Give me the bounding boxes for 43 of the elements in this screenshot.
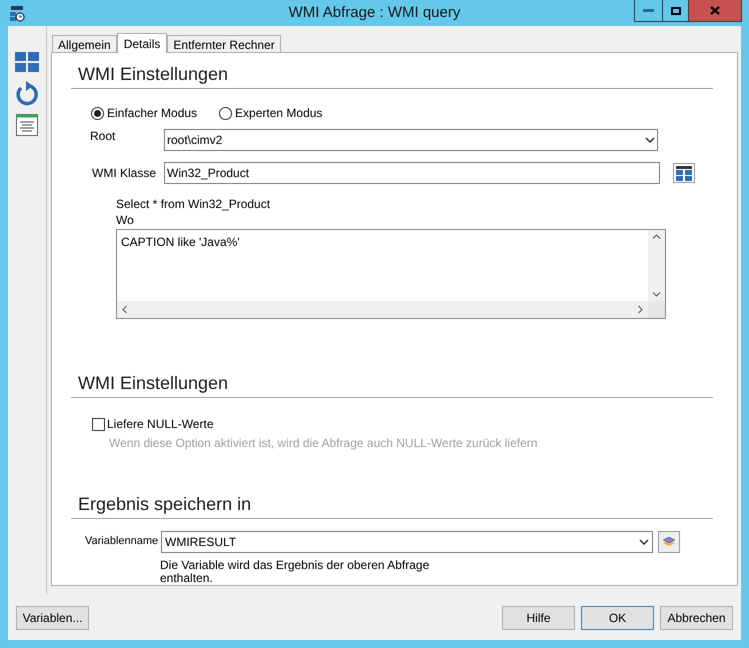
section-heading: Ergebnis speichern in — [78, 493, 252, 515]
where-label: Wo — [116, 212, 134, 228]
horizontal-scrollbar[interactable] — [117, 301, 648, 318]
app-icon — [10, 4, 26, 22]
class-field[interactable]: Win32_Product — [164, 162, 660, 184]
tab[interactable]: Details — [116, 33, 168, 53]
close-icon — [710, 6, 720, 15]
hint-text: enthalten. — [160, 572, 213, 585]
tab[interactable]: Allgemein — [52, 35, 117, 52]
query-text: Select * from Win32_Product — [116, 196, 270, 212]
chevron-down-icon — [645, 137, 655, 143]
grid-icon[interactable] — [673, 163, 695, 183]
dialog-button[interactable]: OK — [581, 606, 654, 630]
section-heading: WMI Einstellungen — [78, 372, 230, 394]
radio-option[interactable]: Einfacher Modus — [91, 104, 198, 122]
hint-text: Wenn diese Option aktiviert ist, wird die Abfrage auch NULL-Werte zurück liefern — [109, 435, 538, 452]
window-title: WMI Abfrage : WMI query — [288, 2, 462, 23]
variable-picker-button[interactable] — [658, 530, 680, 552]
scrollbar-corner — [648, 301, 665, 318]
chevron-right-icon — [638, 305, 643, 314]
chevron-up-icon — [652, 234, 661, 239]
hint-text: Die Variable wird das Ergebnis der oberen Abfrage — [160, 559, 430, 572]
field-label: Root — [90, 128, 116, 145]
maximize-icon — [670, 6, 680, 14]
list-icon[interactable] — [16, 114, 38, 136]
section-heading: WMI Einstellungen — [78, 63, 230, 85]
root-dropdown[interactable]: root\cimv2 — [164, 129, 658, 151]
close-button[interactable] — [689, 0, 741, 21]
dialog-button[interactable]: Abbrechen — [660, 606, 733, 630]
field-label: Variablenname — [85, 534, 160, 550]
minimize-icon — [643, 9, 654, 12]
chevron-down-icon — [639, 538, 649, 544]
null-checkbox-row[interactable]: Liefere NULL-Werte — [92, 415, 214, 433]
dialog-button[interactable]: Hilfe — [502, 606, 575, 630]
radio-option[interactable]: Experten Modus — [219, 104, 322, 122]
tab[interactable]: Entfernter Rechner — [167, 35, 281, 52]
vertical-scrollbar[interactable] — [648, 230, 665, 301]
chevron-down-icon — [652, 292, 661, 297]
refresh-icon[interactable] — [15, 80, 39, 106]
field-label: WMI Klasse — [92, 165, 158, 182]
chevron-left-icon — [122, 305, 127, 314]
variable-dropdown[interactable]: WMIRESULT — [161, 530, 653, 552]
dialog-button[interactable]: Variablen... — [16, 606, 89, 630]
